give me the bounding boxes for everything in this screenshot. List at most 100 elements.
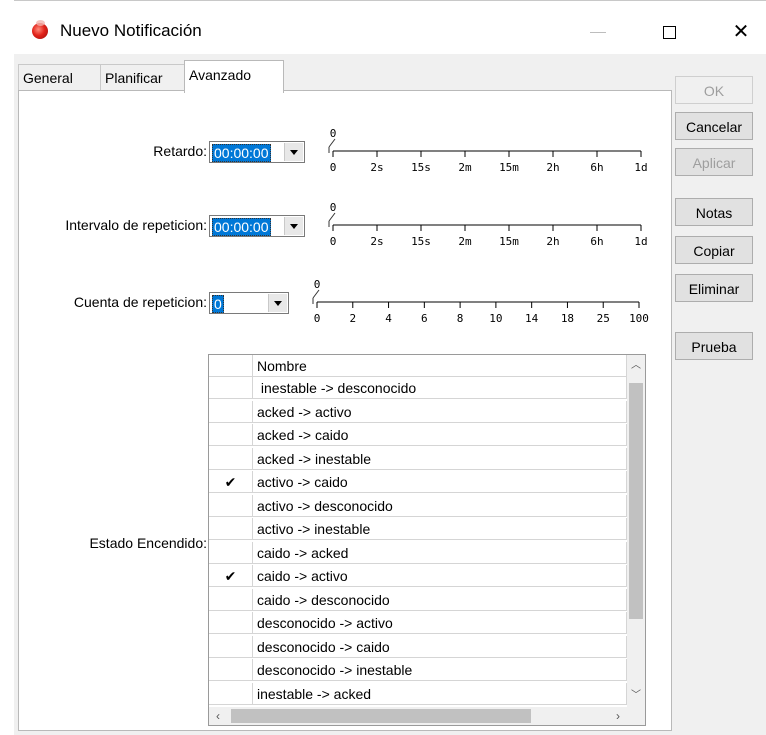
tab-avanzado[interactable]: Avanzado <box>184 60 284 93</box>
table-row[interactable]: caido -> acked <box>209 541 627 564</box>
checkmark-icon[interactable]: ✔ <box>209 565 253 587</box>
cuenta-slider-track[interactable] <box>311 266 645 310</box>
intervalo-slider-track[interactable] <box>327 189 647 233</box>
slider-tick-label: 14 <box>525 312 539 325</box>
table-row[interactable]: inestable -> desconocido <box>209 377 627 399</box>
background-edge <box>14 0 766 1</box>
slider-tick-label: 6h <box>590 161 604 174</box>
cuenta-combo[interactable]: 0 <box>209 292 289 314</box>
close-button[interactable]: ✕ <box>718 10 764 54</box>
maximize-icon <box>662 26 676 40</box>
slider-tick-label: 10 <box>489 312 503 325</box>
table-row[interactable]: acked -> inestable <box>209 447 627 470</box>
scroll-down-icon[interactable]: ﹀ <box>627 687 645 705</box>
table-row[interactable]: acked -> activo <box>209 400 627 423</box>
check-cell[interactable] <box>209 377 253 399</box>
row-name: caido -> activo <box>253 565 627 587</box>
check-cell[interactable] <box>209 682 253 705</box>
background-left <box>0 0 14 735</box>
cuenta-label: Cuenta de repeticion: <box>73 294 207 310</box>
retardo-combo[interactable]: 00:00:00 <box>209 141 305 163</box>
retardo-slider-track[interactable] <box>327 115 647 159</box>
row-name: desconocido -> inestable <box>253 659 627 681</box>
dialog-window: Nuevo Notificación ✕ General Planificar … <box>14 10 766 735</box>
table-row[interactable]: desconocido -> inestable <box>209 659 627 681</box>
slider-tick-label: 25 <box>596 312 610 325</box>
dialog-client: General Planificar Avanzado Retardo: 00:… <box>14 54 766 735</box>
check-cell[interactable] <box>209 494 253 517</box>
scroll-right-icon[interactable]: › <box>609 707 627 725</box>
slider-current-value: 0 <box>329 201 337 214</box>
window-title: Nuevo Notificación <box>60 21 202 40</box>
horizontal-scroll-thumb[interactable] <box>231 709 531 723</box>
close-icon: ✕ <box>732 21 750 43</box>
chevron-down-icon[interactable] <box>284 143 303 161</box>
tab-general[interactable]: General <box>18 64 102 91</box>
check-cell[interactable] <box>209 400 253 423</box>
slider-tick-label: 0 <box>329 235 337 248</box>
retardo-label: Retardo: <box>153 143 207 159</box>
row-name: acked -> caido <box>253 424 627 446</box>
vertical-scroll-thumb[interactable] <box>629 383 643 619</box>
estado-grid: Nombre inestable -> desconocido acked -> … <box>208 354 646 726</box>
header-check-cell <box>209 355 253 377</box>
check-cell[interactable] <box>209 635 253 658</box>
minimize-disabled-mark <box>590 32 606 33</box>
copy-button[interactable]: Copiar <box>675 236 753 264</box>
slider-tick-label: 0 <box>329 161 337 174</box>
table-row[interactable]: ✔ activo -> caido <box>209 471 627 493</box>
vertical-scrollbar[interactable]: ︿ ﹀ <box>627 355 645 707</box>
slider-tick-label: 2m <box>458 235 472 248</box>
table-row[interactable]: inestable -> acked <box>209 682 627 705</box>
grid-header: Nombre <box>209 355 645 377</box>
ok-button[interactable]: OK <box>675 76 753 104</box>
slider-tick-label: 6 <box>421 312 428 325</box>
notes-button[interactable]: Notas <box>675 198 753 226</box>
intervalo-slider[interactable]: 0 2s 15s 2m 15m 2h 6h 1d 0 <box>327 189 648 253</box>
check-cell[interactable] <box>209 424 253 446</box>
table-row[interactable]: activo -> inestable <box>209 518 627 540</box>
test-button[interactable]: Prueba <box>675 332 753 360</box>
slider-tick-label: 6h <box>590 235 604 248</box>
table-row[interactable]: desconocido -> activo <box>209 612 627 634</box>
table-row[interactable]: ✔ caido -> activo <box>209 565 627 587</box>
check-cell[interactable] <box>209 447 253 470</box>
row-name: desconocido -> caido <box>253 635 627 658</box>
slider-tick-label: 2h <box>546 235 560 248</box>
table-row[interactable]: desconocido -> caido <box>209 635 627 658</box>
row-name: inestable -> acked <box>253 682 627 705</box>
chevron-down-icon[interactable] <box>268 294 287 312</box>
check-cell[interactable] <box>209 588 253 611</box>
apply-button[interactable]: Aplicar <box>675 148 753 176</box>
checkmark-icon[interactable]: ✔ <box>209 471 253 493</box>
intervalo-value: 00:00:00 <box>212 218 271 236</box>
scroll-left-icon[interactable]: ‹ <box>209 707 227 725</box>
delete-button[interactable]: Eliminar <box>675 274 753 302</box>
row-name: activo -> inestable <box>253 518 627 540</box>
row-name: caido -> desconocido <box>253 588 627 611</box>
cancel-button[interactable]: Cancelar <box>675 112 753 140</box>
check-cell[interactable] <box>209 612 253 634</box>
slider-tick-label: 100 <box>629 312 649 325</box>
check-cell[interactable] <box>209 659 253 681</box>
slider-tick-label: 8 <box>456 312 464 325</box>
table-row[interactable]: caido -> desconocido <box>209 588 627 611</box>
header-name-cell[interactable]: Nombre <box>253 355 627 377</box>
table-row[interactable]: activo -> desconocido <box>209 494 627 517</box>
intervalo-combo[interactable]: 00:00:00 <box>209 215 305 237</box>
check-cell[interactable] <box>209 541 253 564</box>
chevron-down-icon[interactable] <box>284 217 303 235</box>
retardo-value: 00:00:00 <box>212 144 271 162</box>
scroll-up-icon[interactable]: ︿ <box>627 357 645 375</box>
slider-tick-label: 4 <box>385 312 392 325</box>
scroll-corner <box>627 707 645 725</box>
row-name: acked -> activo <box>253 400 627 423</box>
horizontal-scrollbar[interactable]: ‹ › <box>209 707 627 725</box>
cuenta-slider[interactable]: 0 2 4 6 8 10 14 18 25 100 0 <box>311 266 649 330</box>
tab-planificar[interactable]: Planificar <box>100 64 186 91</box>
check-cell[interactable] <box>209 518 253 540</box>
table-row[interactable]: acked -> caido <box>209 424 627 446</box>
retardo-slider[interactable]: 0 2s 15s 2m 15m 2h 6h 1d 0 <box>327 115 648 179</box>
maximize-button[interactable] <box>646 10 692 54</box>
title-bar[interactable]: Nuevo Notificación ✕ <box>14 10 766 54</box>
